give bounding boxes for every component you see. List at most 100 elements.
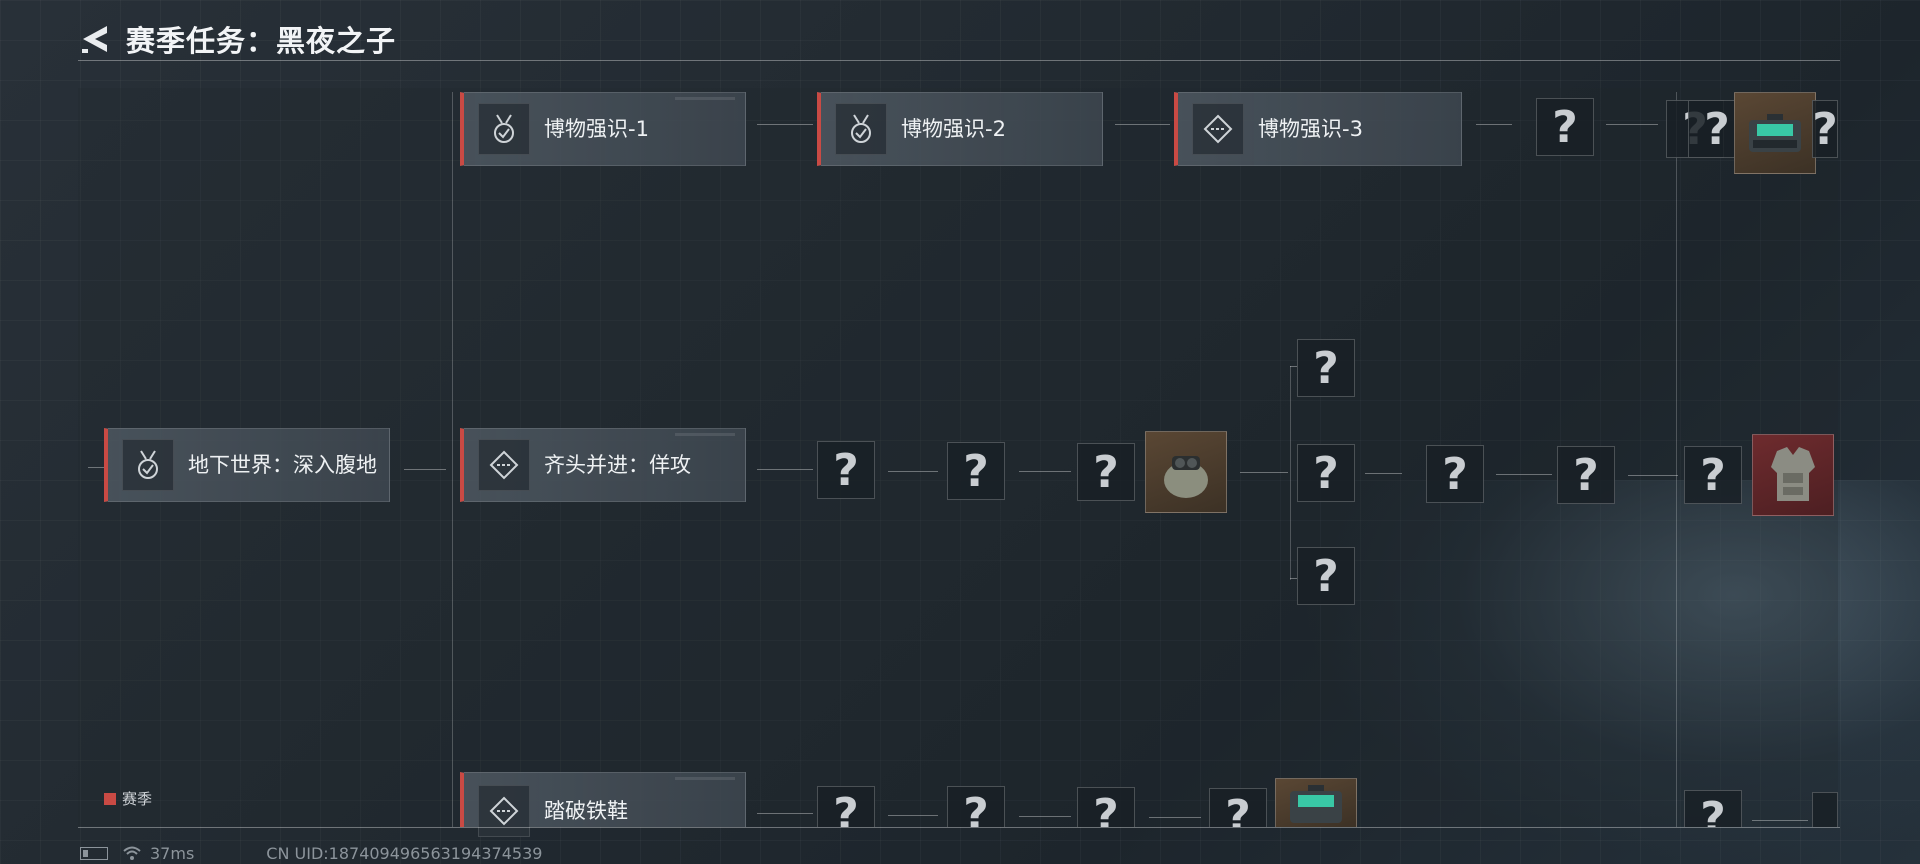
legend-swatch	[104, 792, 116, 805]
connector	[888, 815, 938, 816]
question-mark-icon: ?	[1093, 446, 1119, 498]
connector	[1290, 578, 1297, 579]
back-arrow-icon	[82, 26, 107, 53]
locked-quest[interactable]: ?	[1297, 444, 1355, 502]
connector	[757, 469, 813, 470]
user-uid: CN UID:187409496563194374539	[266, 843, 543, 863]
locked-quest[interactable]: ?	[1684, 790, 1742, 827]
connector	[888, 471, 938, 472]
locked-quest[interactable]: ?	[947, 786, 1005, 827]
question-mark-icon: ?	[833, 444, 859, 496]
quest-row1-1[interactable]: 博物强识-1	[460, 92, 746, 166]
medal-check-icon	[478, 103, 530, 155]
locked-quest[interactable]	[1812, 792, 1838, 827]
locked-quest[interactable]: ?	[1557, 446, 1615, 504]
reward-item[interactable]	[1734, 92, 1816, 174]
legend-label: 赛季	[122, 790, 153, 808]
status-bar: 37ms CN UID:187409496563194374539	[80, 843, 542, 863]
connector	[1019, 816, 1071, 817]
legend: 赛季	[104, 788, 152, 809]
connector	[1606, 124, 1658, 125]
quest-row2[interactable]: 齐头并进：佯攻	[460, 428, 746, 502]
question-mark-icon: ?	[1704, 103, 1730, 155]
quest-label: 地下世界：深入腹地	[188, 453, 377, 477]
header-divider	[78, 60, 1840, 61]
locked-quest[interactable]: ?	[1077, 787, 1135, 827]
quest-label: 博物强识-1	[544, 117, 649, 141]
connector	[1476, 124, 1512, 125]
diamond-dash-icon	[478, 785, 530, 837]
quest-root[interactable]: 地下世界：深入腹地	[104, 428, 390, 502]
connector	[757, 124, 813, 125]
ping-value: 37ms	[150, 843, 195, 863]
page-title: 赛季任务：黑夜之子	[126, 24, 397, 58]
question-mark-icon: ?	[1812, 103, 1838, 155]
branch-line	[452, 92, 453, 827]
question-mark-icon: ?	[1225, 791, 1251, 827]
locked-quest[interactable]: ?	[1077, 443, 1135, 501]
question-mark-icon: ?	[1700, 793, 1726, 827]
branch-line	[1290, 366, 1291, 580]
connector	[1365, 473, 1402, 474]
locked-quest[interactable]: ?	[817, 441, 875, 499]
footer-divider	[78, 827, 1840, 828]
reward-item[interactable]	[1275, 778, 1357, 827]
question-mark-icon: ?	[1313, 447, 1339, 499]
locked-quest[interactable]: ?	[1209, 788, 1267, 827]
deco-bar	[675, 777, 735, 780]
question-mark-icon: ?	[1442, 448, 1468, 500]
reward-item[interactable]	[1752, 434, 1834, 516]
question-mark-icon: ?	[1093, 790, 1119, 827]
equipment-case-icon	[1749, 114, 1801, 152]
connector	[1628, 475, 1678, 476]
question-mark-icon: ?	[1313, 342, 1339, 394]
connector	[1115, 124, 1170, 125]
connector	[88, 467, 104, 468]
locked-quest[interactable]: ?	[1812, 100, 1838, 158]
question-mark-icon: ?	[1573, 449, 1599, 501]
locked-quest[interactable]: ?	[817, 786, 875, 827]
quest-label: 踏破铁鞋	[544, 799, 628, 823]
question-mark-icon: ?	[963, 445, 989, 497]
body-armor-icon	[1771, 447, 1815, 501]
quest-label: 博物强识-2	[901, 117, 1006, 141]
question-mark-icon: ?	[833, 789, 859, 827]
equipment-case-icon	[1290, 785, 1342, 823]
locked-quest[interactable]: ?	[1297, 547, 1355, 605]
branch-line	[1676, 92, 1677, 827]
question-mark-icon: ?	[1700, 449, 1726, 501]
connector	[1496, 474, 1552, 475]
battery-icon	[80, 846, 108, 860]
quest-row3[interactable]: 踏破铁鞋	[460, 772, 746, 837]
deco-bar	[675, 97, 735, 100]
medal-check-icon	[835, 103, 887, 155]
quest-row1-3[interactable]: 博物强识-3	[1174, 92, 1462, 166]
diamond-dash-icon	[478, 439, 530, 491]
quest-row1-2[interactable]: 博物强识-2	[817, 92, 1103, 166]
header: 赛季任务：黑夜之子	[78, 16, 396, 62]
connector	[404, 469, 446, 470]
quest-label: 齐头并进：佯攻	[544, 453, 691, 477]
locked-quest[interactable]: ?	[1684, 446, 1742, 504]
question-mark-icon: ?	[1313, 550, 1339, 602]
connector	[1149, 817, 1201, 818]
connector	[1240, 472, 1288, 473]
connector	[757, 813, 813, 814]
locked-quest[interactable]: ?	[1426, 445, 1484, 503]
locked-quest[interactable]: ?	[947, 442, 1005, 500]
quest-label: 博物强识-3	[1258, 117, 1363, 141]
deco-bar	[675, 433, 735, 436]
back-button[interactable]	[78, 22, 112, 56]
medal-check-icon	[122, 439, 174, 491]
wifi-icon	[123, 846, 141, 860]
diamond-dash-icon	[1192, 103, 1244, 155]
night-vision-helmet-icon	[1164, 456, 1208, 498]
reward-item[interactable]	[1145, 431, 1227, 513]
connector	[1019, 471, 1071, 472]
connector	[1290, 366, 1297, 367]
question-mark-icon: ?	[963, 789, 989, 827]
question-mark-icon: ?	[1552, 101, 1578, 153]
locked-quest[interactable]: ?	[1536, 98, 1594, 156]
connector	[1752, 820, 1808, 821]
locked-quest[interactable]: ?	[1297, 339, 1355, 397]
